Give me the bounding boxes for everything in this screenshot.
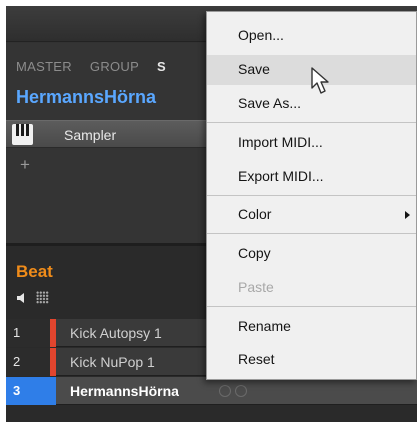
menu-item-paste: Paste xyxy=(238,279,274,295)
menu-item-rename[interactable]: Rename xyxy=(207,312,416,342)
mouse-cursor-icon xyxy=(311,67,329,94)
menu-separator xyxy=(207,122,416,123)
pad-grid-icon[interactable] xyxy=(36,291,49,304)
group-name: Beat xyxy=(16,262,53,281)
mute-icon[interactable] xyxy=(219,385,231,397)
speaker-icon[interactable] xyxy=(16,292,28,304)
sound-name: HermannsHörna xyxy=(16,87,157,107)
menu-separator xyxy=(207,233,416,234)
menu-item-reset[interactable]: Reset xyxy=(207,345,416,375)
menu-item-copy[interactable]: Copy xyxy=(207,239,416,269)
pad-color-strip xyxy=(50,348,56,376)
menu-item-import-midi[interactable]: Import MIDI... xyxy=(207,128,416,158)
solo-icon[interactable] xyxy=(235,385,247,397)
menu-item-export-midi[interactable]: Export MIDI... xyxy=(207,162,416,192)
menu-item-color[interactable]: Color xyxy=(207,200,416,230)
tab-master[interactable]: MASTER xyxy=(16,59,72,74)
menu-separator xyxy=(207,306,416,307)
pad-number: 1 xyxy=(6,319,50,347)
piano-keys-icon xyxy=(12,124,33,145)
add-plugin-button[interactable]: + xyxy=(20,155,30,175)
pad-name: Kick Autopsy 1 xyxy=(70,325,162,341)
pad-name: HermannsHörna xyxy=(70,383,179,399)
plugin-label: Sampler xyxy=(64,127,117,143)
menu-separator xyxy=(207,195,416,196)
pad-row-selected[interactable]: 3 HermannsHörna xyxy=(6,377,417,405)
pad-color-strip xyxy=(50,319,56,347)
tab-sound[interactable]: S xyxy=(157,59,166,74)
submenu-arrow-icon xyxy=(405,211,410,219)
pad-number: 3 xyxy=(6,377,50,405)
pad-number: 2 xyxy=(6,348,50,376)
pad-name: Kick NuPop 1 xyxy=(70,354,155,370)
pad-color-strip xyxy=(50,377,56,405)
channel-tabs: MASTER GROUP S xyxy=(16,59,180,74)
menu-item-open[interactable]: Open... xyxy=(207,21,416,51)
menu-item-label: Color xyxy=(238,206,272,222)
tab-group[interactable]: GROUP xyxy=(90,59,139,74)
